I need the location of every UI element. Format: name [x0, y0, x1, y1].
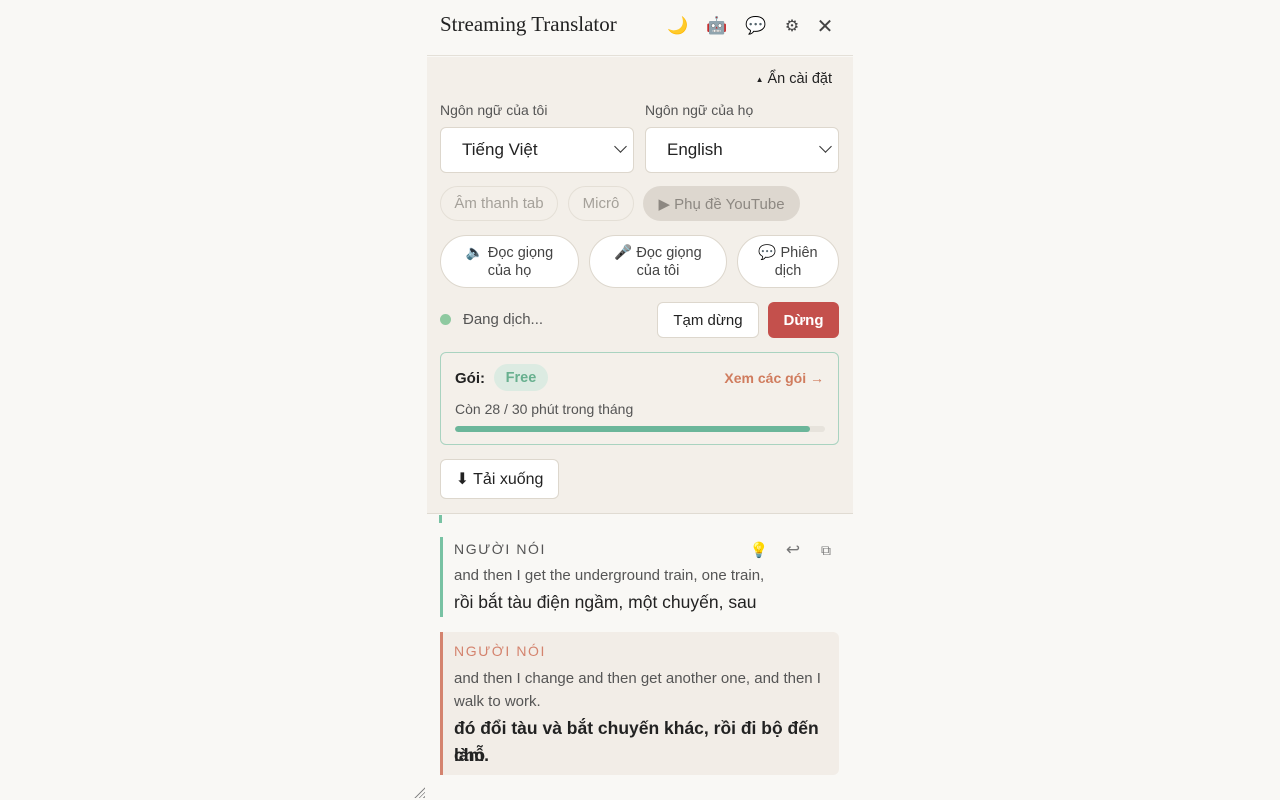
- app-title: Streaming Translator: [440, 12, 617, 36]
- pause-button[interactable]: Tạm dừng: [657, 302, 759, 338]
- copy-icon[interactable]: ⧉: [815, 539, 837, 561]
- entry-accent-bar: [439, 515, 442, 523]
- plan-tier-badge: Free: [494, 364, 548, 391]
- my-language-label: Ngôn ngữ của tôi: [440, 102, 548, 118]
- settings-panel: ▲ Ẩn cài đặt Ngôn ngữ của tôi Ngôn ngữ c…: [427, 57, 853, 514]
- tab-audio-source-button[interactable]: Âm thanh tab: [440, 186, 558, 221]
- header-bar: Streaming Translator 🌙 🤖 💬 ⚙ ✕: [427, 0, 853, 56]
- status-text: Đang dịch...: [463, 311, 544, 328]
- stop-button[interactable]: Dừng: [768, 302, 839, 338]
- read-their-voice-button[interactable]: 🔈 Đọc giọng của họ: [440, 235, 579, 288]
- hide-settings-label: Ẩn cài đặt: [767, 71, 833, 87]
- reply-icon[interactable]: ↩: [782, 539, 804, 561]
- resize-handle[interactable]: [414, 787, 425, 798]
- translated-text: rồi bắt tàu điện ngầm, một chuyến, sau: [454, 592, 757, 612]
- mic-source-button[interactable]: Micrô: [568, 186, 634, 221]
- speaker-label: NGƯỜI NÓI: [454, 643, 547, 659]
- usage-progress-fill: [455, 426, 811, 432]
- read-my-voice-line2: của tôi: [636, 262, 680, 279]
- interpret-button[interactable]: 💬 Phiên dịch: [737, 235, 839, 288]
- my-language-value: Tiếng Việt: [462, 140, 538, 159]
- translated-text-line2: làm.: [454, 745, 490, 765]
- chevron-down-icon: [819, 140, 832, 153]
- youtube-subtitles-button[interactable]: ▶ Phụ đề YouTube: [643, 186, 800, 221]
- their-language-select[interactable]: English: [645, 127, 839, 173]
- robot-icon[interactable]: 🤖: [704, 13, 730, 39]
- transcript-entry: NGƯỜI NÓI 💡 ↩ ⧉ and then I get the under…: [440, 537, 839, 617]
- close-icon[interactable]: ✕: [812, 13, 838, 39]
- lightbulb-icon[interactable]: 💡: [748, 539, 770, 561]
- read-their-voice-line2: của họ: [487, 262, 532, 279]
- read-my-voice-button[interactable]: 🎤 Đọc giọng của tôi: [589, 235, 727, 288]
- hide-settings-button[interactable]: ▲ Ẩn cài đặt: [756, 71, 832, 87]
- caret-up-icon: ▲: [755, 74, 764, 84]
- transcript-list: NGƯỜI NÓI 💡 ↩ ⧉ and then I get the under…: [427, 515, 853, 800]
- chevron-down-icon: [614, 140, 627, 153]
- my-language-select[interactable]: Tiếng Việt: [440, 127, 634, 173]
- plan-label: Gói:: [455, 370, 485, 387]
- view-plans-link[interactable]: Xem các gói →: [724, 370, 824, 386]
- original-text: and then I get the underground train, on…: [454, 567, 765, 584]
- transcript-entry-active: NGƯỜI NÓI and then I change and then get…: [440, 632, 839, 775]
- interpret-line2: dịch: [774, 262, 802, 279]
- translated-text-line1: đó đổi tàu và bắt chuyến khác, rồi đi bộ…: [454, 718, 819, 765]
- translator-panel: Streaming Translator 🌙 🤖 💬 ⚙ ✕ ▲ Ẩn cài …: [427, 0, 853, 800]
- read-my-voice-line1: 🎤 Đọc giọng: [614, 244, 702, 261]
- moon-icon[interactable]: 🌙: [665, 13, 691, 39]
- gear-icon[interactable]: ⚙: [779, 13, 805, 39]
- chat-icon[interactable]: 💬: [743, 13, 769, 39]
- download-button[interactable]: ⬇ Tải xuống: [440, 459, 559, 499]
- their-language-label: Ngôn ngữ của họ: [645, 102, 754, 118]
- status-indicator: [440, 314, 451, 325]
- their-language-value: English: [667, 140, 723, 159]
- plan-card: Gói: Free Xem các gói → Còn 28 / 30 phút…: [440, 352, 839, 445]
- read-their-voice-line1: 🔈 Đọc giọng: [465, 244, 554, 261]
- interpret-line1: 💬 Phiên: [758, 244, 818, 261]
- original-text-line1: and then I change and then get another o…: [454, 670, 821, 687]
- speaker-label: NGƯỜI NÓI: [454, 541, 547, 557]
- original-text-line2: walk to work.: [454, 693, 541, 710]
- usage-progress-bar: [455, 426, 825, 432]
- plan-remaining-text: Còn 28 / 30 phút trong tháng: [455, 401, 634, 417]
